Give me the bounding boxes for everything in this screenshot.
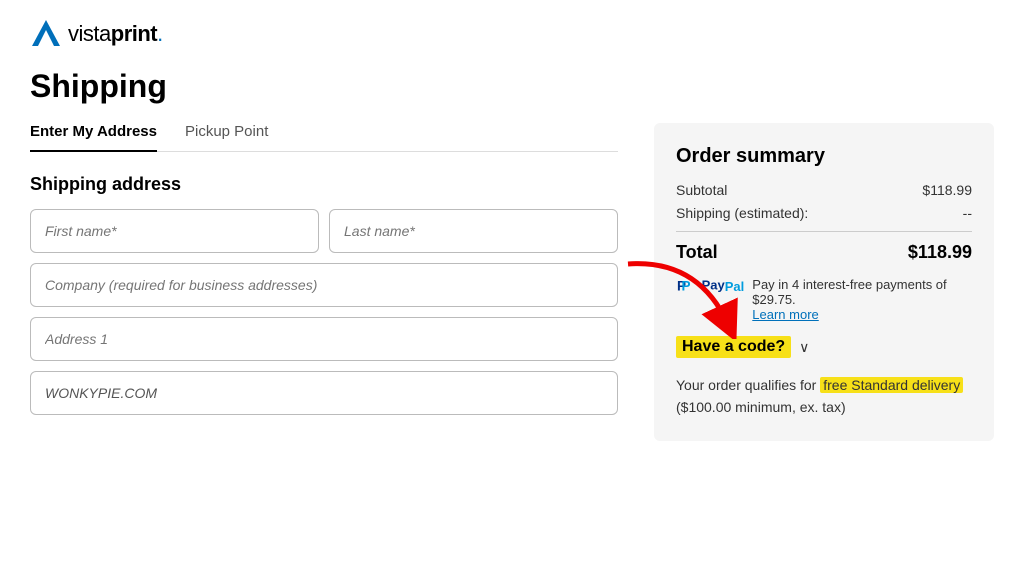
- chevron-down-icon: ∨: [799, 339, 809, 356]
- subtotal-label: Subtotal: [676, 182, 727, 198]
- shipping-address-title: Shipping address: [30, 174, 618, 195]
- total-label: Total: [676, 242, 718, 263]
- address2-row: [30, 371, 618, 415]
- free-delivery-text: Your order qualifies for free Standard d…: [676, 374, 972, 419]
- address1-input[interactable]: [30, 317, 618, 361]
- subtotal-value: $118.99: [922, 182, 972, 198]
- paypal-section: P P Pay Pal Pay in 4 interest-free payme…: [676, 277, 972, 322]
- order-summary-title: Order summary: [676, 145, 972, 168]
- logo-part2: print: [111, 21, 157, 46]
- learn-more-link[interactable]: Learn more: [752, 307, 972, 322]
- logo-text: vistaprint.: [68, 21, 163, 47]
- paypal-text: Pay in 4 interest-free payments of $29.7…: [752, 277, 972, 322]
- have-code-label: Have a code?: [676, 336, 791, 358]
- address1-row: [30, 317, 618, 361]
- free-delivery-highlight: free Standard delivery: [820, 377, 963, 393]
- logo-part1: vista: [68, 21, 111, 46]
- left-column: Enter My Address Pickup Point Shipping a…: [30, 123, 618, 415]
- have-code-row[interactable]: Have a code? ∨: [676, 336, 972, 358]
- paypal-pay: P P Pay: [676, 277, 725, 295]
- svg-text:P: P: [682, 279, 691, 294]
- logo-dot: .: [157, 21, 163, 46]
- name-row: [30, 209, 618, 253]
- order-summary-panel: Order summary Subtotal $118.99 Shipping …: [654, 123, 994, 441]
- shipping-value: --: [963, 205, 972, 221]
- last-name-input[interactable]: [329, 209, 618, 253]
- tabs-bar: Enter My Address Pickup Point: [30, 123, 618, 152]
- shipping-label: Shipping (estimated):: [676, 205, 808, 221]
- page-title: Shipping: [30, 68, 994, 105]
- vistaprint-logo-icon: [30, 18, 62, 50]
- logo: vistaprint.: [30, 18, 994, 50]
- total-line: Total $118.99: [676, 242, 972, 263]
- subtotal-line: Subtotal $118.99: [676, 182, 972, 198]
- company-input[interactable]: [30, 263, 618, 307]
- paypal-icon: P P: [676, 277, 696, 295]
- address2-input[interactable]: [30, 371, 618, 415]
- first-name-input[interactable]: [30, 209, 319, 253]
- company-row: [30, 263, 618, 307]
- summary-divider: [676, 231, 972, 232]
- tab-enter-address[interactable]: Enter My Address: [30, 123, 157, 152]
- paypal-logo-icon: P P Pay Pal: [676, 277, 744, 295]
- tab-pickup-point[interactable]: Pickup Point: [185, 123, 268, 152]
- address-form: [30, 209, 618, 415]
- total-value: $118.99: [908, 242, 972, 263]
- shipping-line: Shipping (estimated): --: [676, 205, 972, 221]
